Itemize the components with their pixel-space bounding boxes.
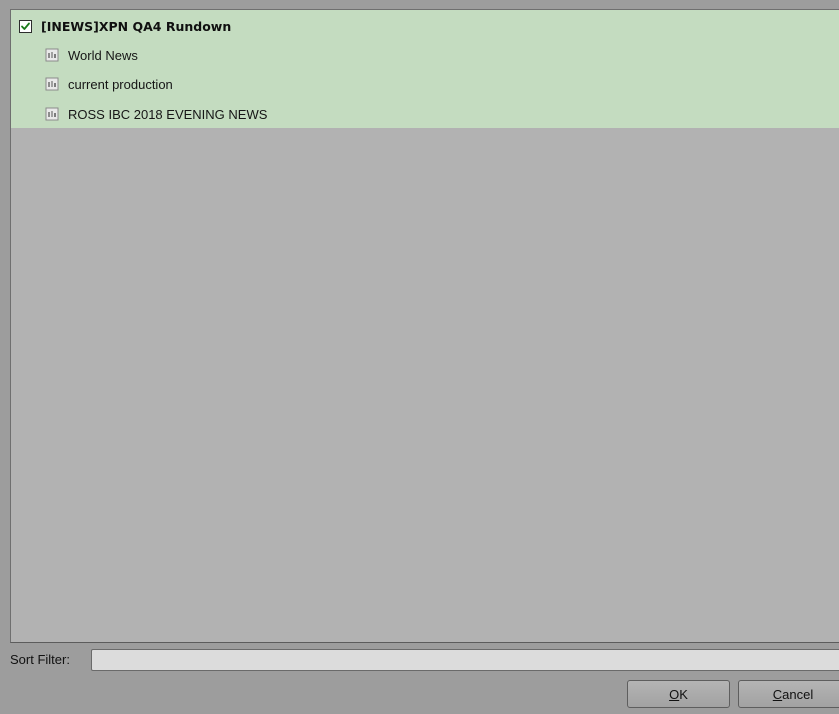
tree-child-label: World News bbox=[68, 47, 138, 63]
tree-root-row[interactable]: [INEWS]XPN QA4 Rundown bbox=[19, 13, 231, 39]
tree-root-label: [INEWS]XPN QA4 Rundown bbox=[41, 18, 232, 34]
ok-button-accelerator: O bbox=[669, 686, 680, 702]
tree-child-row[interactable]: World News bbox=[45, 42, 138, 68]
sort-filter-label: Sort Filter: bbox=[10, 652, 70, 667]
rundown-selection-dialog: [INEWS]XPN QA4 Rundown World News curren… bbox=[0, 0, 839, 714]
tree-child-label: ROSS IBC 2018 EVENING NEWS bbox=[68, 106, 268, 122]
document-icon bbox=[45, 107, 59, 121]
ok-button[interactable]: OK bbox=[627, 680, 730, 708]
tree-child-row[interactable]: ROSS IBC 2018 EVENING NEWS bbox=[45, 101, 267, 127]
cancel-button-label: ancel bbox=[782, 686, 814, 702]
sort-filter-row: Sort Filter: bbox=[0, 647, 839, 673]
document-icon bbox=[45, 48, 59, 62]
cancel-button-accelerator: C bbox=[772, 686, 783, 702]
tree-child-row[interactable]: current production bbox=[45, 71, 173, 97]
rundown-tree-list[interactable]: [INEWS]XPN QA4 Rundown World News curren… bbox=[10, 9, 839, 643]
document-icon bbox=[45, 77, 59, 91]
ok-button-label: K bbox=[679, 686, 688, 702]
sort-filter-input[interactable] bbox=[91, 649, 839, 671]
tree-child-label: current production bbox=[68, 76, 173, 92]
checkbox-checked-icon[interactable] bbox=[19, 19, 32, 33]
cancel-button[interactable]: Cancel bbox=[738, 680, 839, 708]
